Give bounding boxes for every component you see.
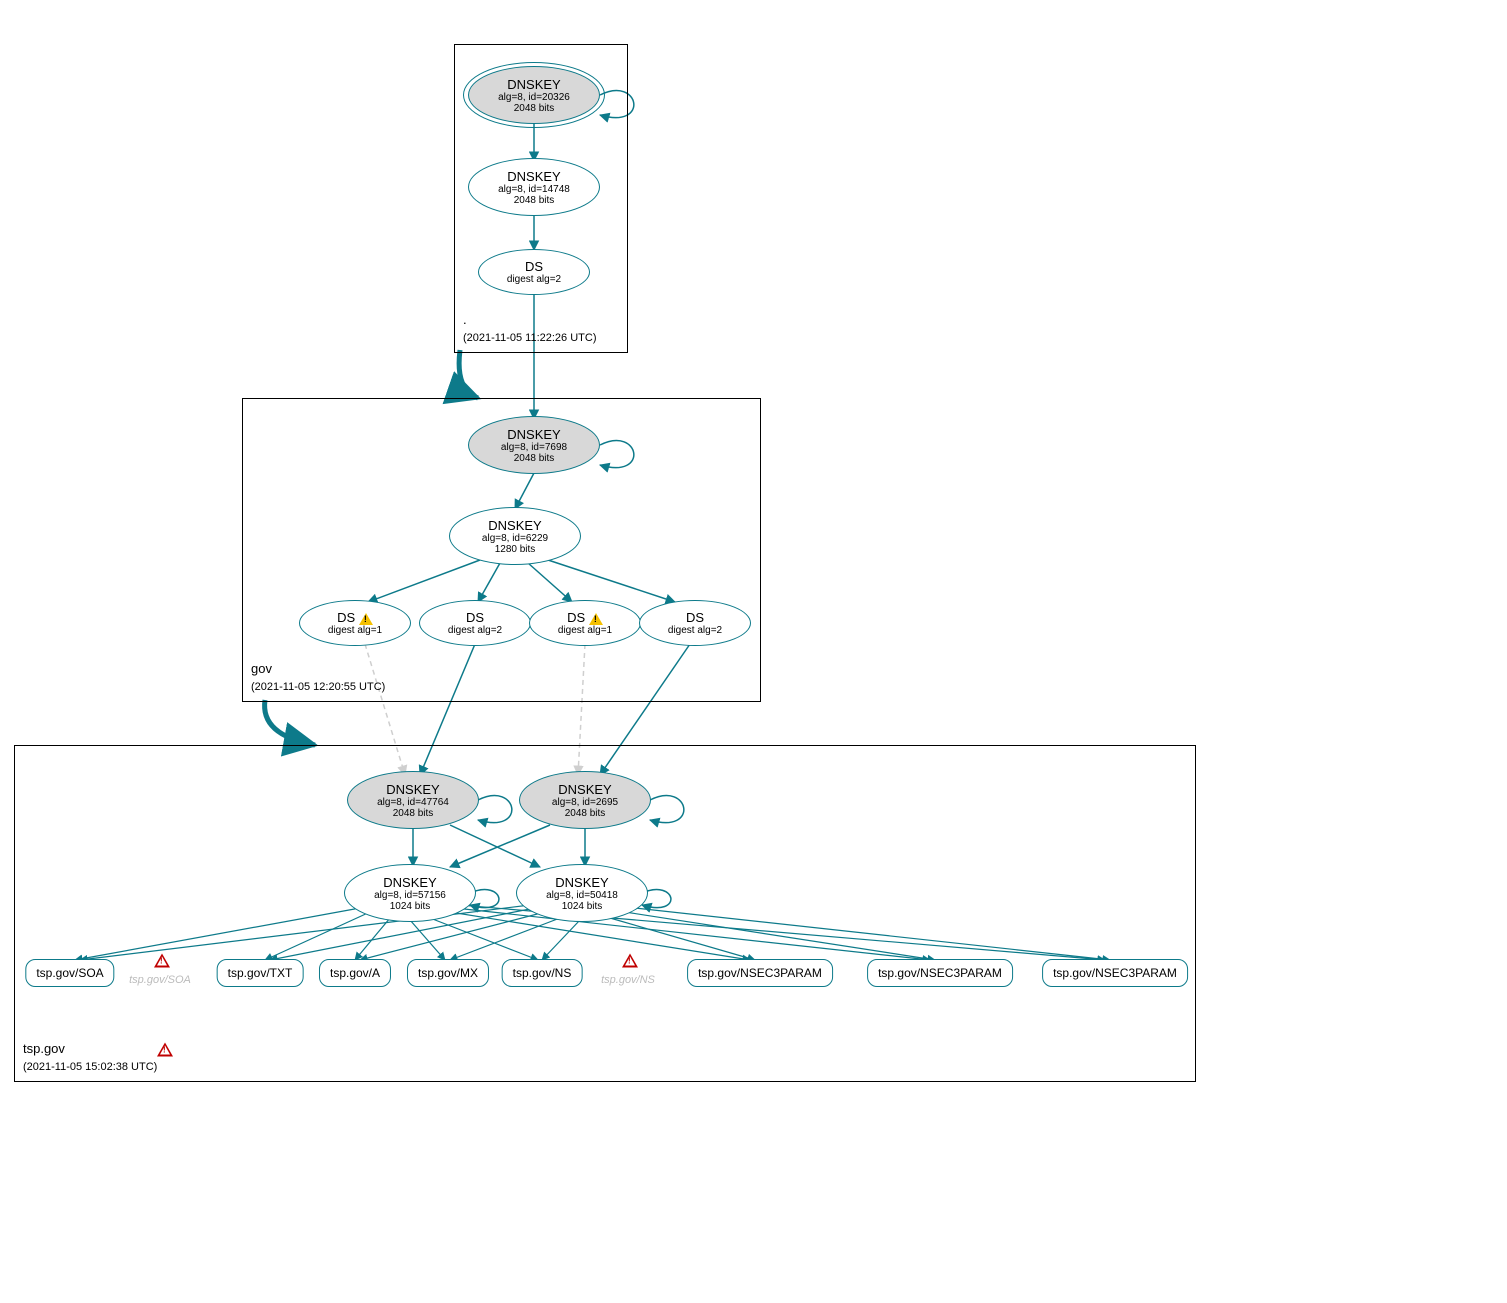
error-icon [154, 954, 170, 973]
node-gov-ds4[interactable]: DS digest alg=2 [639, 600, 751, 646]
node-tsp-zsk1[interactable]: DNSKEY alg=8, id=57156 1024 bits [344, 864, 476, 922]
rr-np3[interactable]: tsp.gov/NSEC3PARAM [1042, 959, 1188, 987]
zone-root-name: . [463, 312, 467, 327]
node-gov-zsk[interactable]: DNSKEY alg=8, id=6229 1280 bits [449, 507, 581, 565]
node-gov-ds2[interactable]: DS digest alg=2 [419, 600, 531, 646]
warning-icon [359, 613, 373, 625]
node-tsp-ksk2[interactable]: DNSKEY alg=8, id=2695 2048 bits [519, 771, 651, 829]
rr-mx[interactable]: tsp.gov/MX [407, 959, 489, 987]
rr-soa[interactable]: tsp.gov/SOA [25, 959, 114, 987]
ghost-soa: tsp.gov/SOA [129, 974, 191, 986]
node-gov-ksk[interactable]: DNSKEY alg=8, id=7698 2048 bits [468, 416, 600, 474]
node-root-zsk[interactable]: DNSKEY alg=8, id=14748 2048 bits [468, 158, 600, 216]
dnssec-graph: . (2021-11-05 11:22:26 UTC) gov (2021-11… [0, 0, 1507, 1303]
error-icon [622, 954, 638, 973]
rr-ns[interactable]: tsp.gov/NS [502, 959, 583, 987]
warning-icon [589, 613, 603, 625]
node-gov-ds1[interactable]: DS digest alg=1 [299, 600, 411, 646]
zone-root-ts: (2021-11-05 11:22:26 UTC) [463, 332, 597, 344]
node-tsp-ksk1[interactable]: DNSKEY alg=8, id=47764 2048 bits [347, 771, 479, 829]
edge-zone-gov-to-tsp [265, 700, 315, 745]
node-root-ds[interactable]: DS digest alg=2 [478, 249, 590, 295]
ghost-ns: tsp.gov/NS [601, 974, 655, 986]
node-gov-ds3[interactable]: DS digest alg=1 [529, 600, 641, 646]
zone-tspgov-ts: (2021-11-05 15:02:38 UTC) [23, 1061, 157, 1073]
zone-gov-name: gov [251, 661, 272, 676]
zone-tspgov-name: tsp.gov [23, 1041, 65, 1056]
rr-txt[interactable]: tsp.gov/TXT [217, 959, 304, 987]
rr-np2[interactable]: tsp.gov/NSEC3PARAM [867, 959, 1013, 987]
zone-gov-ts: (2021-11-05 12:20:55 UTC) [251, 681, 385, 693]
rr-np1[interactable]: tsp.gov/NSEC3PARAM [687, 959, 833, 987]
node-tsp-zsk2[interactable]: DNSKEY alg=8, id=50418 1024 bits [516, 864, 648, 922]
edge-zone-root-to-gov [459, 350, 478, 398]
node-root-ksk[interactable]: DNSKEY alg=8, id=20326 2048 bits [468, 66, 600, 124]
rr-a[interactable]: tsp.gov/A [319, 959, 391, 987]
error-icon [157, 1043, 173, 1062]
